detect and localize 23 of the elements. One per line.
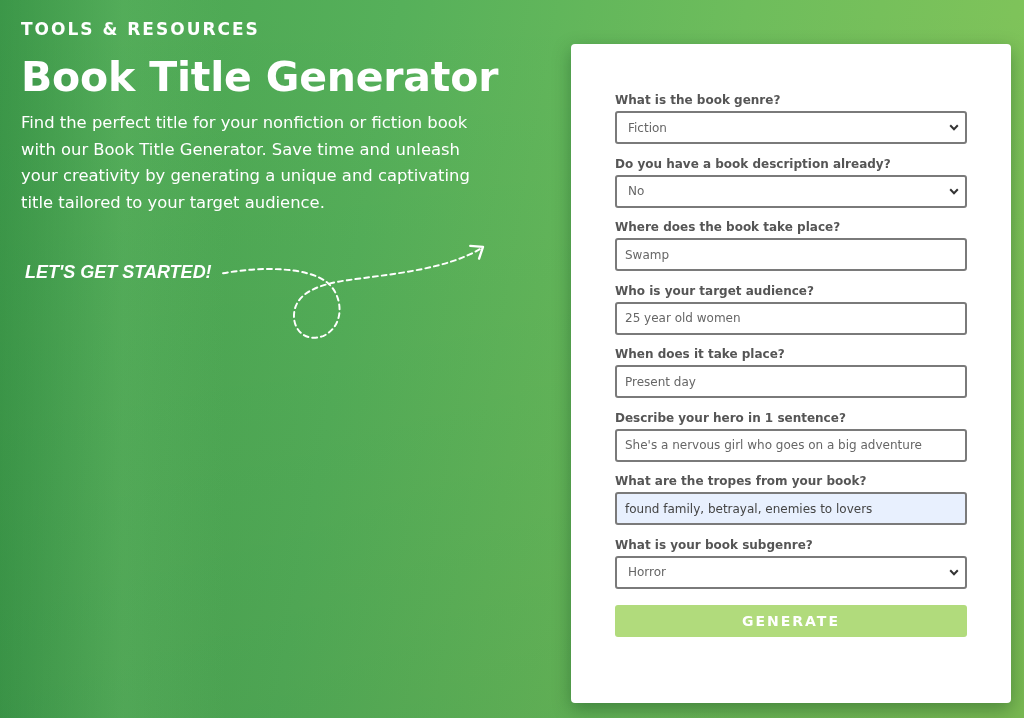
input-field[interactable]: She's a nervous girl who goes on a big adventure	[615, 428, 967, 462]
input-field[interactable]: Swamp	[615, 238, 967, 271]
field-label: What is your book subgenre?	[615, 536, 814, 554]
input-field[interactable]: 25 year old women	[615, 301, 967, 335]
field-label: Where does the book take place?	[615, 219, 842, 236]
dropdown[interactable]: No	[615, 174, 967, 208]
chevron-down-icon	[949, 124, 959, 131]
field-label: What are the tropes from your book?	[615, 473, 868, 490]
chevron-down-icon	[949, 187, 959, 195]
chevron-down-icon	[949, 568, 959, 576]
section-eyebrow: TOOLS & RESOURCES	[21, 18, 260, 41]
dropdown[interactable]: Fiction	[615, 111, 967, 144]
field-label: When does it take place?	[615, 346, 786, 363]
intro-paragraph: Find the perfect title for your nonfiction or fiction book with our Book Title Generator. Save time and unleash your creativity by generating a unique and captivating title tailored to your target audience.	[21, 112, 471, 214]
call-to-action-text: LET'S GET STARTED!	[25, 261, 212, 284]
page-title: Book Title Generator	[21, 52, 499, 103]
field-label: What is the book genre?	[615, 92, 782, 109]
input-field[interactable]: found family, betrayal, enemies to lovers	[615, 492, 967, 525]
dropdown[interactable]: Horror	[615, 555, 967, 589]
field-label: Describe your hero in 1 sentence?	[615, 409, 847, 427]
input-field[interactable]: Present day	[615, 365, 967, 398]
field-label: Do you have a book description already?	[615, 155, 892, 173]
field-label: Who is your target audience?	[615, 282, 815, 300]
